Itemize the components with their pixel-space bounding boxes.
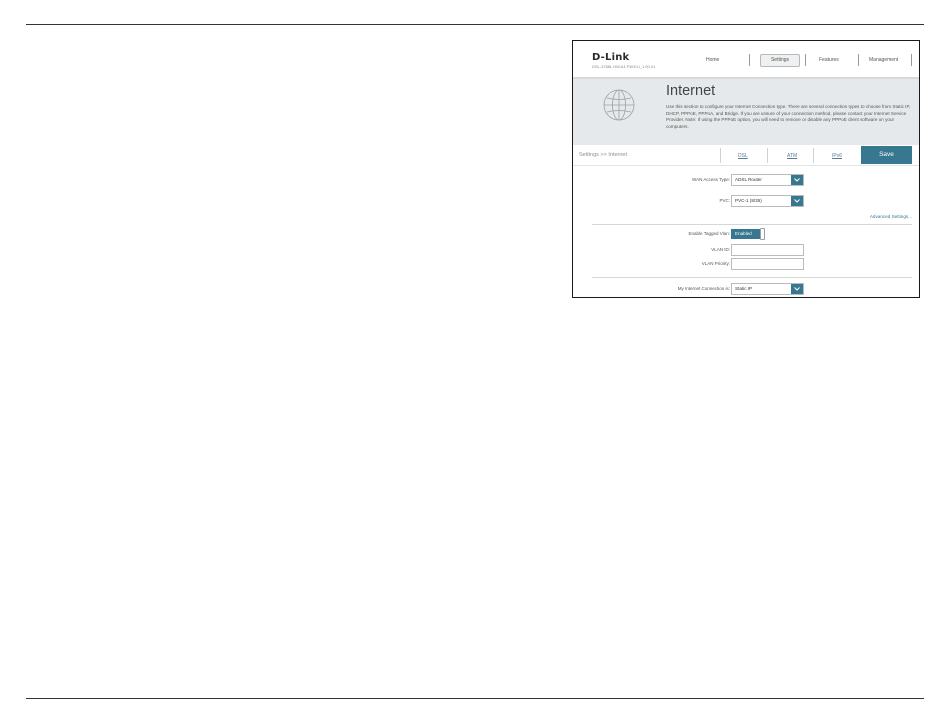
page-banner: Internet Use this section to configure y… <box>573 77 919 147</box>
page-top-rule <box>26 24 924 25</box>
nav-features[interactable]: Features <box>819 57 839 63</box>
nav-management[interactable]: Management <box>869 57 898 63</box>
page-title: Internet <box>666 83 716 99</box>
save-button[interactable]: Save <box>861 146 912 164</box>
advanced-settings-link[interactable]: Advanced Settings... <box>870 214 912 219</box>
wan-access-type-value: ADSL Router <box>735 177 762 182</box>
tab-dsl[interactable]: DSL <box>738 153 748 159</box>
nav-settings[interactable]: Settings <box>760 54 800 67</box>
wan-access-type-select[interactable]: ADSL Router <box>731 174 804 186</box>
chevron-down-icon[interactable] <box>791 196 803 206</box>
toggle-state: Enabled <box>731 229 761 239</box>
nav-divider <box>858 54 859 66</box>
tagged-vlan-toggle[interactable]: Enabled <box>731 228 766 240</box>
nav-home[interactable]: Home <box>706 57 719 63</box>
router-ui-screenshot: D-Link DSL-3788L HW:A1 FW:EU_1.00.01 Hom… <box>572 40 920 298</box>
toggle-knob[interactable] <box>760 228 765 240</box>
nav-divider <box>805 54 806 66</box>
vlan-priority-label: VLAN Priority: <box>701 261 730 266</box>
model-info: DSL-3788L HW:A1 FW:EU_1.00.01 <box>592 64 656 69</box>
tagged-vlan-label: Enable Tagged Vlan: <box>688 231 730 236</box>
connection-type-select[interactable]: Static IP <box>731 283 804 295</box>
tab-divider <box>720 148 721 163</box>
section-divider <box>592 224 912 225</box>
pvc-select[interactable]: PVC-1 (8/35) <box>731 195 804 207</box>
vlan-priority-input[interactable] <box>731 258 804 270</box>
tab-ipv6[interactable]: IPv6 <box>832 153 842 159</box>
vlan-id-input[interactable] <box>731 244 804 256</box>
pvc-value: PVC-1 (8/35) <box>735 198 762 203</box>
connection-type-value: Static IP <box>735 286 753 291</box>
nav-divider <box>749 54 750 66</box>
wan-access-type-label: WAN Access Type: <box>691 177 730 182</box>
chevron-down-icon[interactable] <box>791 284 803 294</box>
connection-type-label: My Internet Connection is: <box>677 286 730 291</box>
breadcrumb: Settings >> Internet <box>579 152 628 158</box>
nav-divider <box>911 54 912 66</box>
header: D-Link DSL-3788L HW:A1 FW:EU_1.00.01 Hom… <box>573 41 919 77</box>
page-description: Use this section to configure your Inter… <box>666 104 911 129</box>
dlink-logo: D-Link <box>592 52 630 63</box>
section-divider <box>592 277 912 278</box>
chevron-down-icon[interactable] <box>791 175 803 185</box>
tab-bar: Settings >> Internet DSL ATM IPv6 Save <box>573 145 919 166</box>
globe-icon <box>603 89 635 121</box>
page-bottom-rule <box>26 698 924 699</box>
tab-atm[interactable]: ATM <box>787 153 797 159</box>
vlan-id-label: VLAN ID: <box>711 247 730 252</box>
pvc-label: PVC: <box>719 198 730 203</box>
tab-divider <box>813 148 814 163</box>
tab-divider <box>767 148 768 163</box>
